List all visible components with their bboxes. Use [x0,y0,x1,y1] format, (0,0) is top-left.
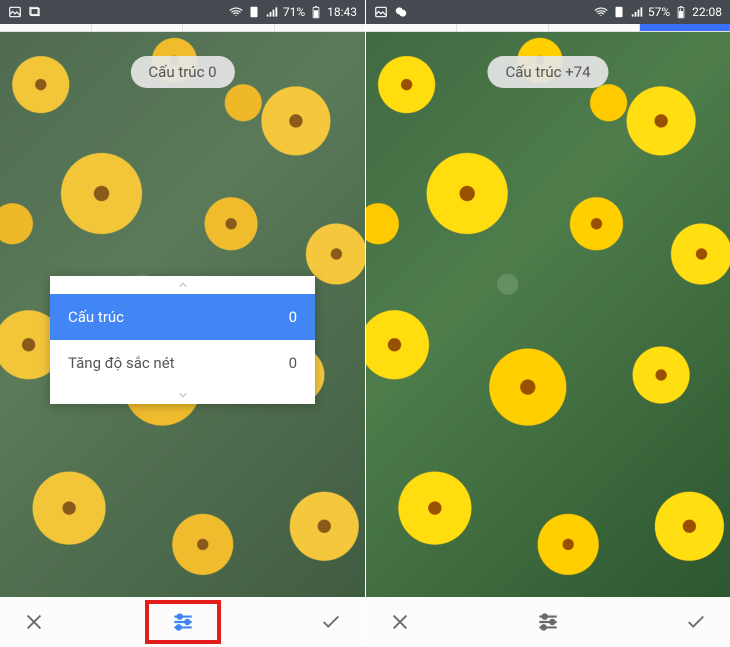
tab-segment-active[interactable] [640,24,730,31]
adjust-row-sharpen[interactable]: Tăng độ sắc nét 0 [50,340,315,386]
apply-button[interactable] [676,602,716,642]
value-pill: Cấu trúc 0 [130,56,234,88]
adjust-row-structure[interactable]: Cấu trúc 0 [50,294,315,340]
bottom-toolbar [0,597,365,647]
top-tab-strip [0,24,365,32]
tab-segment[interactable] [275,24,366,31]
adjust-row-value: 0 [289,354,297,372]
close-icon [389,611,411,633]
status-bar: 57% 22:08 [366,0,730,24]
dual-screenshot-container: 71% 18:43 Cấu trúc 0 [0,0,730,647]
battery-charging-icon [674,5,688,19]
signal-icon [630,5,644,19]
adjust-row-label: Tăng độ sắc nét [68,354,175,372]
adjust-button[interactable] [147,602,219,642]
image-icon [8,5,22,19]
photo-image [366,32,730,597]
bottom-toolbar [366,597,730,647]
sim-icon [247,5,261,19]
battery-percent: 71% [283,5,305,19]
adjust-row-label: Cấu trúc [68,308,124,326]
adjust-button[interactable] [512,602,584,642]
cancel-button[interactable] [380,602,420,642]
pill-label: Cấu trúc +74 [505,63,590,81]
adjust-row-value: 0 [289,308,297,326]
clock: 22:08 [692,5,722,19]
check-icon [685,611,707,633]
cancel-button[interactable] [14,602,54,642]
photo-canvas[interactable]: Cấu trúc 0 Cấu trúc 0 Tăng độ sắc nét 0 [0,32,365,597]
sim-icon [612,5,626,19]
chat-icon [394,5,408,19]
status-left [8,5,42,19]
tab-segment[interactable] [92,24,184,31]
pill-label: Cấu trúc 0 [148,63,216,81]
check-icon [320,611,342,633]
status-bar: 71% 18:43 [0,0,365,24]
battery-icon [309,5,323,19]
status-right: 71% 18:43 [229,5,357,19]
signal-icon [265,5,279,19]
photo-canvas[interactable]: Cấu trúc +74 [366,32,730,597]
phone-left: 71% 18:43 Cấu trúc 0 [0,0,365,647]
tab-segment[interactable] [366,24,457,31]
sliders-icon [535,609,561,635]
tab-segment[interactable] [183,24,275,31]
tab-segment[interactable] [549,24,640,31]
image-icon [374,5,388,19]
chevron-up-icon[interactable] [50,276,315,294]
battery-percent: 57% [648,5,670,19]
tab-segment[interactable] [457,24,548,31]
clock: 18:43 [327,5,357,19]
status-left [374,5,408,19]
status-right: 57% 22:08 [594,5,722,19]
close-icon [23,611,45,633]
gallery-icon [28,5,42,19]
adjustment-panel[interactable]: Cấu trúc 0 Tăng độ sắc nét 0 [50,276,315,404]
chevron-down-icon[interactable] [50,386,315,404]
wifi-icon [229,5,243,19]
wifi-icon [594,5,608,19]
top-tab-strip [366,24,730,32]
tab-segment[interactable] [0,24,92,31]
value-pill: Cấu trúc +74 [487,56,608,88]
apply-button[interactable] [311,602,351,642]
sliders-icon [170,609,196,635]
phone-right: 57% 22:08 Cấu trúc +74 [365,0,730,647]
